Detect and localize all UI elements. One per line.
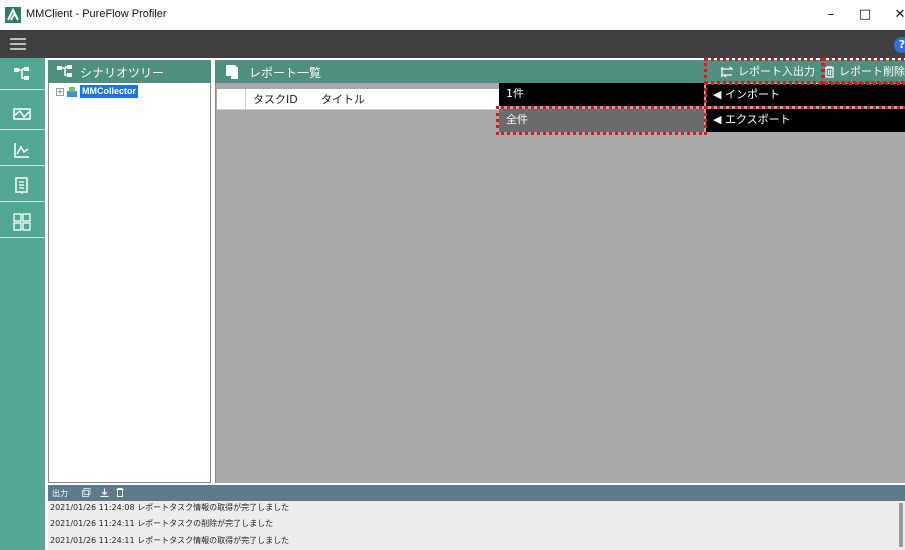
column-task-id[interactable]: タスクID xyxy=(253,89,298,110)
scenario-tree-header: シナリオツリー xyxy=(48,60,211,83)
report-list-title: レポート一覧 xyxy=(249,66,322,80)
menu-item-1-report[interactable]: 1件 xyxy=(499,83,704,106)
nav-chart[interactable] xyxy=(0,134,45,166)
hamburger-menu-icon[interactable] xyxy=(10,38,26,50)
maximize-button[interactable]: □ xyxy=(845,0,885,30)
nav-traffic[interactable] xyxy=(0,98,45,130)
report-document-icon xyxy=(226,65,238,79)
tree-node-mmcollector[interactable]: MMCollector xyxy=(80,85,138,98)
menu-item-export[interactable]: ◀ エクスポート xyxy=(706,109,905,132)
window-title: MMClient - PureFlow Profiler xyxy=(26,8,167,20)
nav-grid-settings[interactable] xyxy=(0,206,45,238)
trash-icon[interactable] xyxy=(116,488,124,497)
download-icon[interactable] xyxy=(100,488,109,497)
chart-icon xyxy=(14,143,29,158)
report-list-area xyxy=(215,83,905,483)
output-panel-header: 出力 xyxy=(48,485,905,501)
output-title: 出力 xyxy=(52,489,68,498)
nav-report[interactable] xyxy=(0,170,45,202)
highlight-io-button xyxy=(704,58,824,84)
column-title[interactable]: タイトル xyxy=(321,89,365,110)
report-icon xyxy=(15,177,28,194)
close-button[interactable]: ✕ xyxy=(880,0,905,30)
scenario-tree-icon xyxy=(14,67,29,80)
copy-icon[interactable] xyxy=(82,488,91,497)
title-bar: MMClient - PureFlow Profiler – □ ✕ xyxy=(0,0,905,30)
network-node-icon xyxy=(67,87,77,97)
traffic-icon xyxy=(13,108,31,120)
report-grid-header: タスクID タイトル xyxy=(217,89,500,110)
app-logo-icon xyxy=(5,7,21,23)
scenario-tree-panel: + MMCollector xyxy=(48,83,211,483)
highlight-all-item xyxy=(496,106,707,135)
menu-bar: ? xyxy=(0,30,905,58)
highlight-delete-button xyxy=(822,58,905,84)
grid-settings-icon xyxy=(13,213,31,231)
log-line: 2021/01/26 11:24:11 レポートタスク情報の取得が完了しました xyxy=(50,536,290,545)
output-log-panel: 2021/01/26 11:24:08 レポートタスク情報の取得が完了しました … xyxy=(48,501,905,550)
tree-expander-icon[interactable]: + xyxy=(56,88,64,96)
column-separator xyxy=(245,89,246,110)
left-nav xyxy=(0,58,45,550)
output-scrollbar[interactable] xyxy=(899,503,903,547)
scenario-tree-title: シナリオツリー xyxy=(80,66,165,80)
nav-scenario-tree[interactable] xyxy=(0,58,45,90)
log-line: 2021/01/26 11:24:08 レポートタスク情報の取得が完了しました xyxy=(50,503,290,512)
highlight-import-item xyxy=(704,82,905,109)
log-line: 2021/01/26 11:24:11 レポートタスクの削除が完了しました xyxy=(50,519,274,528)
help-icon[interactable]: ? xyxy=(894,37,905,53)
scenario-tree-icon xyxy=(57,65,72,77)
